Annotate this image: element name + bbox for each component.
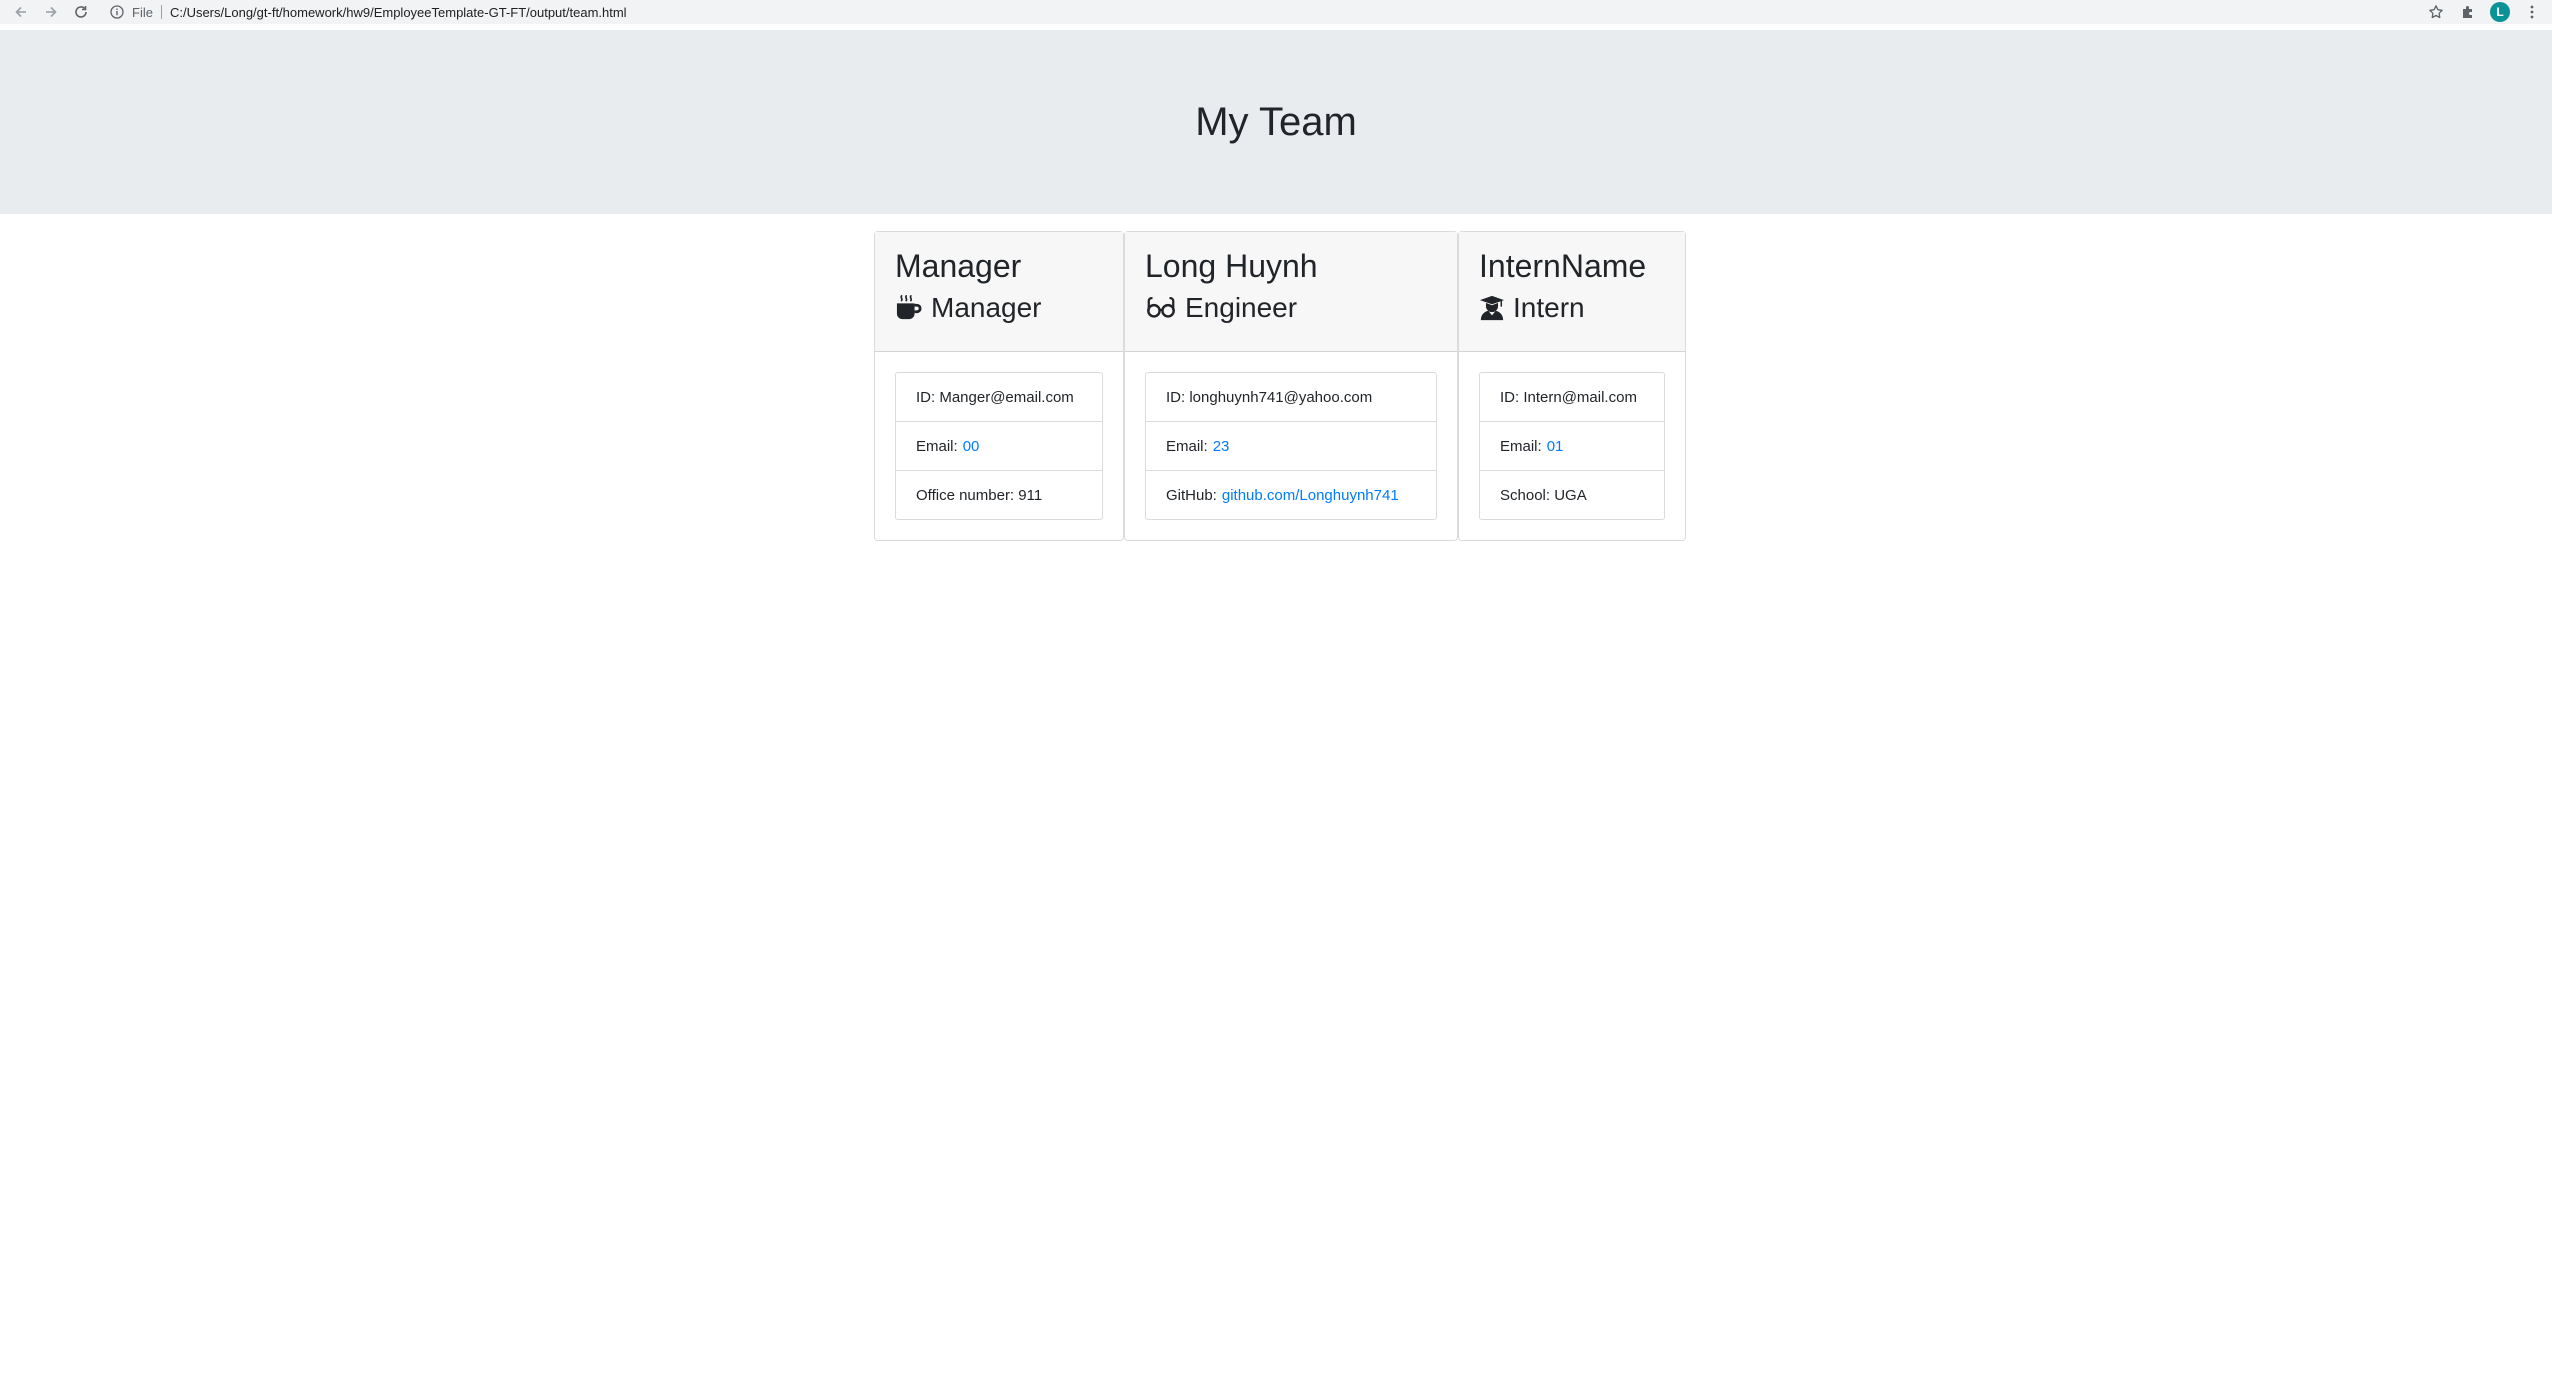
employee-name: InternName [1479, 248, 1647, 284]
github-link[interactable]: github.com/Longhuynh741 [1222, 487, 1399, 504]
forward-button[interactable] [36, 0, 66, 24]
card-body: ID: Intern@mail.com Email: 01 School: UGA [1459, 352, 1685, 540]
menu-button[interactable] [2516, 0, 2548, 24]
address-separator [160, 5, 162, 19]
id-label: ID: [916, 388, 936, 406]
extensions-button[interactable] [2452, 0, 2484, 24]
reload-button[interactable] [66, 0, 96, 24]
graduate-icon [1479, 295, 1505, 321]
bookmark-button[interactable] [2420, 0, 2452, 24]
avatar: L [2490, 2, 2510, 22]
browser-right-tools: L [2420, 0, 2548, 24]
employee-details: ID: Manger@email.com Email: 00 Office num… [895, 372, 1103, 520]
team-cards: Manager Manager ID: Manger@email.com Ema… [874, 231, 1686, 541]
employee-card-manager: Manager Manager ID: Manger@email.com Ema… [874, 231, 1124, 541]
github-label: GitHub: [1166, 486, 1217, 504]
profile-button[interactable]: L [2484, 0, 2516, 24]
card-header: Long Huynh Engineer [1125, 232, 1457, 352]
employee-name: Long Huynh [1145, 248, 1318, 284]
id-value: Intern@mail.com [1523, 388, 1637, 406]
role-label: Engineer [1185, 292, 1298, 323]
role-label: Intern [1513, 292, 1585, 323]
employee-role: Manager [895, 290, 1103, 325]
arrow-right-icon [46, 6, 57, 18]
address-bar[interactable]: File C:/Users/Long/gt-ft/homework/hw9/Em… [110, 0, 2410, 24]
url-text[interactable]: C:/Users/Long/gt-ft/homework/hw9/Employe… [170, 5, 627, 20]
email-label: Email: [916, 437, 958, 455]
employee-school: School: UGA [1480, 470, 1664, 519]
puzzle-icon [2463, 6, 2472, 18]
email-link[interactable]: 01 [1547, 438, 1564, 455]
employee-name: Manager [895, 248, 1022, 284]
employee-email: Email: 01 [1480, 421, 1664, 470]
card-body: ID: longhuynh741@yahoo.com Email: 23 GitH… [1125, 352, 1457, 540]
card-header: Manager Manager [875, 232, 1123, 352]
employee-card-intern: InternName Intern ID: Intern@mail.com Em… [1458, 231, 1686, 541]
mug-icon [895, 294, 923, 321]
id-label: ID: [1500, 388, 1520, 406]
employee-id: ID: Intern@mail.com [1480, 373, 1664, 421]
info-icon[interactable] [110, 5, 124, 19]
id-label: ID: [1166, 388, 1186, 406]
arrow-left-icon [15, 6, 26, 18]
email-link[interactable]: 23 [1213, 438, 1230, 455]
id-value: Manger@email.com [939, 388, 1074, 406]
employee-role: Engineer [1145, 290, 1437, 325]
employee-details: ID: longhuynh741@yahoo.com Email: 23 GitH… [1145, 372, 1437, 520]
role-label: Manager [931, 292, 1042, 323]
page-header: My Team [0, 30, 2552, 214]
card-header: InternName Intern [1459, 232, 1685, 352]
email-link[interactable]: 00 [963, 438, 980, 455]
school-value: UGA [1554, 486, 1587, 504]
browser-toolbar: File C:/Users/Long/gt-ft/homework/hw9/Em… [0, 0, 2552, 24]
employee-id: ID: Manger@email.com [896, 373, 1102, 421]
employee-office-number: Office number: 911 [896, 470, 1102, 519]
office-number-label: Office number: [916, 486, 1015, 504]
employee-github: GitHub: github.com/Longhuynh741 [1146, 470, 1436, 519]
employee-details: ID: Intern@mail.com Email: 01 School: UGA [1479, 372, 1665, 520]
glasses-icon [1145, 296, 1177, 319]
employee-id: ID: longhuynh741@yahoo.com [1146, 373, 1436, 421]
employee-role: Intern [1479, 290, 1665, 325]
page-title: My Team [1195, 99, 1357, 144]
back-button[interactable] [6, 0, 36, 24]
reload-icon [75, 6, 87, 18]
id-value: longhuynh741@yahoo.com [1189, 388, 1373, 406]
employee-email: Email: 00 [896, 421, 1102, 470]
file-scheme-label: File [132, 4, 153, 20]
email-label: Email: [1166, 437, 1208, 455]
school-label: School: [1500, 486, 1551, 504]
card-body: ID: Manger@email.com Email: 00 Office num… [875, 352, 1123, 540]
office-number-value: 911 [1018, 486, 1043, 504]
kebab-menu-icon [2530, 5, 2534, 19]
employee-email: Email: 23 [1146, 421, 1436, 470]
email-label: Email: [1500, 437, 1542, 455]
employee-card-engineer: Long Huynh Engineer ID: longhuynh741@yah… [1124, 231, 1458, 541]
star-icon [2429, 5, 2443, 19]
